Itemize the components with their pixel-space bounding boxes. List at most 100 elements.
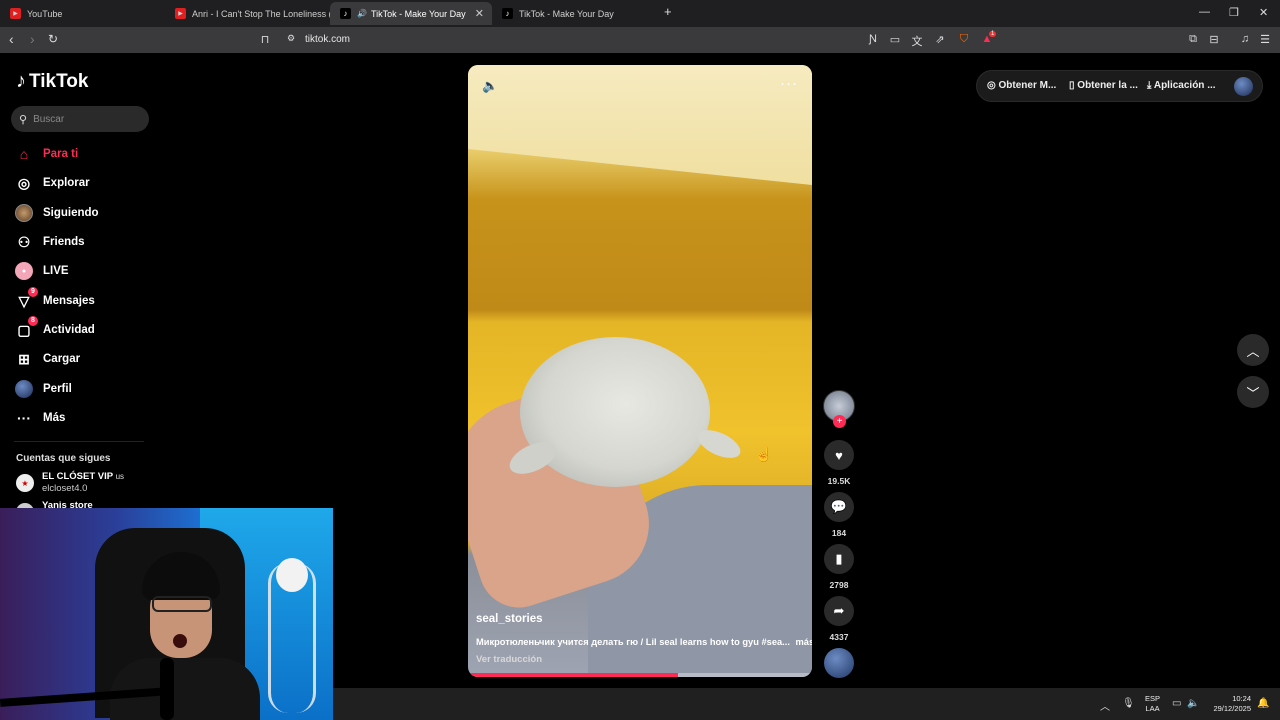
top-actions-bar: ◎ Obtener M... ▯ Obtener la ... ⤓ Aplica… — [976, 70, 1263, 102]
menu-icon[interactable]: ☰ — [1258, 33, 1272, 47]
get-app-button[interactable]: ▯ Obtener la ... — [1069, 80, 1138, 91]
clock-date: 29/12/2025 — [1213, 704, 1251, 713]
microphone-icon[interactable]: 🎙 — [1122, 698, 1135, 709]
comment-icon: 💬 — [830, 499, 848, 514]
reload-icon[interactable]: ↻ — [48, 32, 58, 46]
nav-cargar[interactable]: ⊞ Cargar — [14, 347, 80, 371]
nav-label: Perfil — [43, 383, 72, 395]
video-player[interactable]: 🔈 ··· seal_stories Микротюленьчик учится… — [468, 65, 812, 677]
volume-icon[interactable]: 🔈 — [482, 78, 498, 94]
messages-badge: 9 — [28, 287, 38, 297]
close-window-icon[interactable]: ✕ — [1259, 6, 1268, 19]
tab-youtube[interactable]: ▶ YouTube — [0, 2, 165, 25]
nav-para-ti[interactable]: ⌂ Para ti — [14, 142, 78, 166]
video-progress-bar[interactable] — [468, 673, 812, 677]
brave-shield-icon[interactable]: ⛉ — [957, 33, 971, 47]
tab-tiktok-active[interactable]: ♪ 🔊 TikTok - Make Your Day ✕ — [330, 2, 492, 25]
nav-label: Siguiendo — [43, 207, 99, 219]
music-disc-icon[interactable] — [824, 648, 854, 678]
address-bar-row: ‹ › ↻ ⊓ ⚙ tiktok.com Ɲ ▭ 文 ⇗ ⛉ ▲ 1 ⧉ ⊟ ♫… — [0, 27, 1280, 53]
notification-icon[interactable]: 🔔 — [1257, 698, 1269, 709]
activity-icon: ▢ 8 — [14, 316, 38, 340]
new-tab-button[interactable]: + — [664, 4, 672, 19]
progress-fill — [468, 673, 678, 677]
tab-title: YouTube — [27, 8, 63, 19]
sidebar-toggle-icon[interactable]: ⊟ — [1207, 33, 1221, 47]
get-coins-button[interactable]: ◎ Obtener M... — [987, 80, 1056, 91]
nav-mensajes[interactable]: ▽ 9 Mensajes — [14, 287, 95, 313]
account-name: EL CLÓSET VIP — [42, 471, 113, 482]
phone-icon: ▯ — [1069, 80, 1075, 91]
nav-friends[interactable]: ⚇ Friends — [14, 230, 85, 254]
save-button[interactable]: ▮ — [824, 544, 854, 574]
video-author[interactable]: seal_stories — [476, 613, 543, 625]
close-icon[interactable]: ✕ — [475, 7, 484, 20]
like-count: 19.5K — [827, 476, 851, 486]
system-clock[interactable]: 10:24 29/12/2025 — [1207, 694, 1251, 714]
tiktok-logo[interactable]: ♪ TikTok — [16, 70, 88, 93]
bookmark-icon[interactable]: ⊓ — [258, 33, 272, 47]
url-field[interactable]: tiktok.com — [305, 34, 350, 45]
like-button[interactable]: ♥ — [824, 440, 854, 470]
search-icon: ⚲ — [19, 113, 28, 126]
tab-title: TikTok - Make Your Day — [370, 8, 466, 19]
nav-live[interactable]: ● LIVE — [14, 259, 69, 283]
nav-actividad[interactable]: ▢ 8 Actividad — [14, 316, 95, 342]
cast-icon[interactable]: ▭ — [888, 33, 902, 47]
back-icon[interactable]: ‹ — [9, 31, 14, 47]
nav-label: Actividad — [43, 324, 95, 336]
coin-icon: ◎ — [987, 80, 996, 91]
account-avatar: ★ — [16, 474, 34, 492]
no-tracking-icon[interactable]: Ɲ — [866, 33, 880, 47]
nav-explorar[interactable]: ◎ Explorar — [14, 171, 90, 195]
tab-title: Anri - I Can't Stop The Loneliness (Sub — [192, 8, 330, 19]
friends-icon: ⚇ — [17, 233, 31, 250]
tray-overflow-icon[interactable]: ︿ — [1100, 698, 1110, 713]
language-indicator[interactable]: ESP LAA — [1145, 694, 1160, 714]
account-handle: elcloset4.0 — [42, 483, 88, 494]
lang-top: ESP — [1145, 694, 1161, 703]
youtube-icon: ▶ — [175, 8, 186, 19]
desktop-app-button[interactable]: ⤓ Aplicación ... — [1147, 80, 1216, 91]
home-icon: ⌂ — [19, 146, 29, 162]
comment-button[interactable]: 💬 — [824, 492, 854, 522]
desktop-app-label: Aplicación ... — [1153, 80, 1216, 91]
restore-icon[interactable]: ❐ — [1229, 6, 1239, 19]
webcam-overlay — [0, 508, 333, 720]
nav-perfil[interactable]: Perfil — [14, 377, 72, 401]
translate-icon[interactable]: 文 — [910, 33, 924, 48]
volume-tray-icon[interactable]: 🔈 — [1187, 698, 1199, 709]
nav-mas[interactable]: ··· Más — [14, 406, 65, 430]
more-link[interactable]: más — [796, 637, 812, 647]
hand-cursor-icon: ☝ — [755, 446, 773, 462]
chevron-up-icon: ︿ — [1246, 343, 1260, 359]
lang-bottom: LAA — [1145, 704, 1160, 713]
search-input[interactable]: ⚲ Buscar — [11, 106, 149, 132]
following-account[interactable]: ★ EL CLÓSET VIP us elcloset4.0 — [16, 471, 124, 495]
description-text: Микротюленьчик учится делать гю / Lil se… — [476, 637, 790, 647]
nav-siguiendo[interactable]: Siguiendo — [14, 201, 99, 225]
share-icon[interactable]: ⇗ — [933, 33, 947, 47]
minimize-icon[interactable]: — — [1199, 6, 1210, 18]
next-video-button[interactable]: ﹀ — [1237, 376, 1269, 408]
translate-link[interactable]: Ver traducción — [476, 654, 542, 665]
media-icon[interactable]: ♫ — [1238, 33, 1252, 47]
share-button[interactable]: ➦ — [824, 596, 854, 626]
previous-video-button[interactable]: ︿ — [1237, 334, 1269, 366]
follow-plus-icon[interactable]: + — [833, 415, 846, 428]
site-info-icon[interactable]: ⚙ — [284, 33, 298, 47]
share-count: 4337 — [829, 632, 849, 642]
tab-title: TikTok - Make Your Day — [519, 8, 614, 19]
following-title: Cuentas que sigues — [16, 453, 111, 464]
network-icon[interactable]: ▭ — [1172, 698, 1181, 709]
profile-avatar[interactable] — [1234, 77, 1253, 96]
forward-icon[interactable]: › — [30, 31, 35, 47]
tab-anri[interactable]: ▶ Anri - I Can't Stop The Loneliness (Su… — [165, 2, 330, 25]
youtube-icon: ▶ — [10, 8, 21, 19]
tiktok-icon: ♪ — [16, 70, 26, 92]
more-options-icon[interactable]: ··· — [780, 75, 798, 92]
download-icon: ⤓ — [1147, 80, 1152, 91]
seal-plush — [520, 337, 710, 487]
tab-tiktok[interactable]: ♪ TikTok - Make Your Day — [492, 2, 657, 25]
extensions-icon[interactable]: ⧉ — [1186, 33, 1200, 47]
